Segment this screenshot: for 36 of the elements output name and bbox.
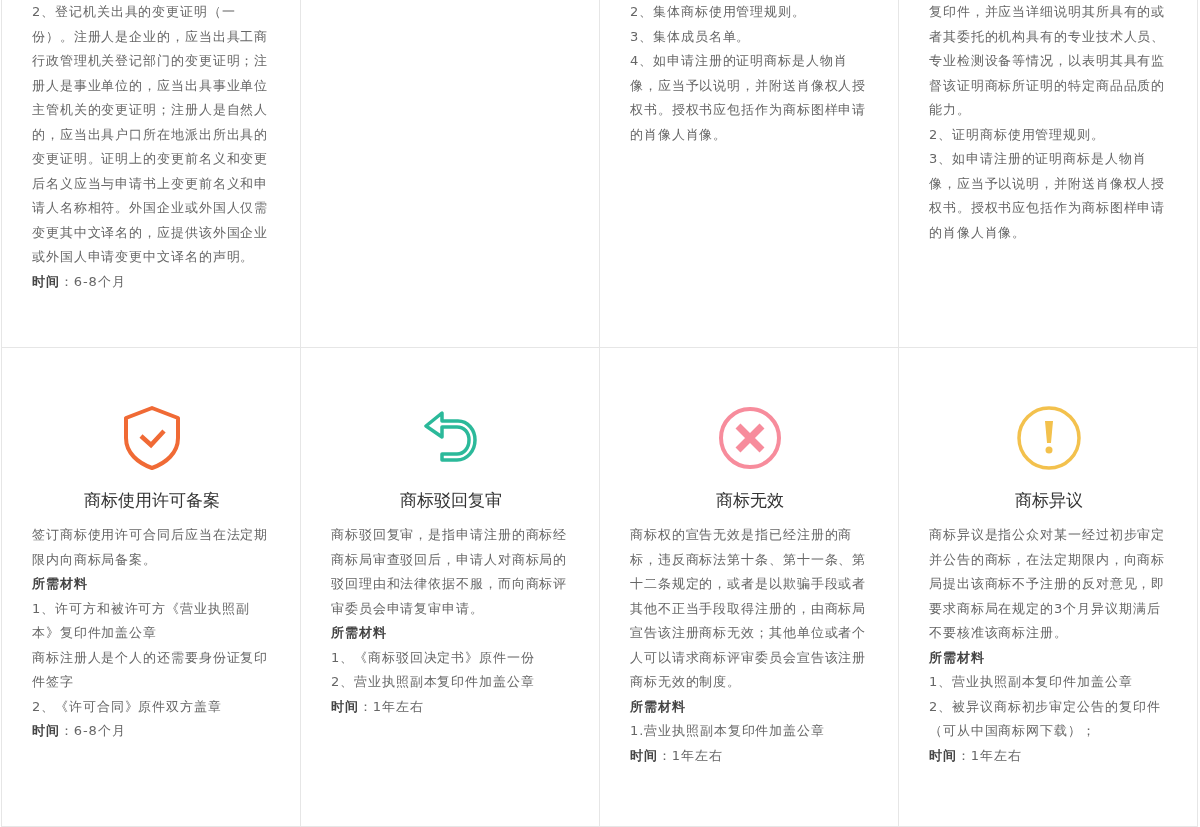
description-text: 商标权的宣告无效是指已经注册的商标，违反商标法第十条、第十一条、第十二条规定的，或者是以欺骗手段或者其他不正当手段取得注册的，由商标局宣告该注册商标无效；其他单位或者个人可以请求商标评审委员会宣告该注册商标无效的制度。	[630, 526, 868, 691]
description-text: 2、证明商标使用管理规则。	[929, 125, 1106, 144]
section-heading: 所需材料	[32, 575, 89, 593]
description-text: 2、被异议商标初步审定公告的复印件（可从中国商标网下载）；	[929, 697, 1162, 740]
duration-text: 时间：6-8个月	[32, 722, 127, 740]
description-text: 商标异议是指公众对某一经过初步审定并公告的商标，在法定期限内，向商标局提出该商标不予注册的反对意见，即要求商标局在规定的3个月异议期满后不要核准该商标注册。	[929, 526, 1167, 642]
duration-text: 时间：1年左右	[630, 746, 724, 765]
description-text: 2、营业执照副本复印件加盖公章	[331, 673, 536, 691]
duration-text: 时间：6-8个月	[32, 272, 127, 291]
description-text: 1.营业执照副本复印件加盖公章	[630, 722, 826, 740]
description-text: 2、登记机关出具的变更证明（一份）。注册人是企业的，应当出具工商行政管理机关登记部门的变更证明；注册人是事业单位的，应当出具事业单位主管机关的变更证明；注册人是自然人的，应当出具户口所在地派出所出具的变更证明。证明上的变更前名义和变更后名义应当与申请书上变更前名义和申请人名称相符。外国企业或外国人仅需变更其中文译名的，应提供该外国企业或外国人申请变更中文译名的声明。	[32, 3, 270, 266]
duration-text: 时间：1年左右	[929, 746, 1023, 765]
description-text: 商标驳回复审，是指申请注册的商标经商标局审查驳回后，申请人对商标局的驳回理由和法律依据不服，而向商标评审委员会申请复审申请。	[331, 526, 569, 618]
description-text: 4、如申请注册的证明商标是人物肖像，应当予以说明，并附送肖像权人授权书。授权书应包括作为商标图样申请的肖像人肖像。	[630, 52, 868, 144]
section-heading: 所需材料	[630, 697, 687, 716]
card-title: 商标使用许可备案	[83, 489, 221, 512]
description-text: 1、许可方和被许可方《营业执照副本》复印件加盖公章	[32, 599, 251, 642]
description-text: 3、如申请注册的证明商标是人物肖像，应当予以说明，并附送肖像权人授权书。授权书应包括作为商标图样申请的肖像人肖像。	[929, 150, 1167, 242]
shield-check-icon	[122, 405, 182, 471]
card-title: 商标异议	[1014, 489, 1084, 512]
duration-text: 时间：1年左右	[331, 697, 425, 716]
warning-circle-icon	[1016, 405, 1082, 471]
section-heading: 所需材料	[331, 624, 388, 642]
description-text: 2、集体商标使用管理规则。	[630, 3, 807, 21]
description-text: 3、集体成员名单。	[630, 27, 752, 46]
return-arrow-icon	[424, 411, 478, 465]
card-title: 商标驳回复审	[399, 489, 503, 512]
close-circle-icon	[718, 406, 782, 470]
description-text: 商标注册人是个人的还需要身份证复印件签字	[32, 648, 270, 691]
description-text: 1、《商标驳回决定书》原件一份	[331, 648, 536, 667]
description-text: 复印件，并应当详细说明其所具有的或者其委托的机构具有的专业技术人员、专业检测设备等情况，以表明其具有监督该证明商标所证明的特定商品品质的能力。	[929, 3, 1167, 119]
description-text: 签订商标使用许可合同后应当在法定期限内向商标局备案。	[32, 526, 270, 569]
description-text: 2、《许可合同》原件双方盖章	[32, 697, 223, 716]
description-text: 1、营业执照副本复印件加盖公章	[929, 673, 1134, 691]
card-title: 商标无效	[715, 489, 785, 512]
section-heading: 所需材料	[929, 648, 986, 667]
